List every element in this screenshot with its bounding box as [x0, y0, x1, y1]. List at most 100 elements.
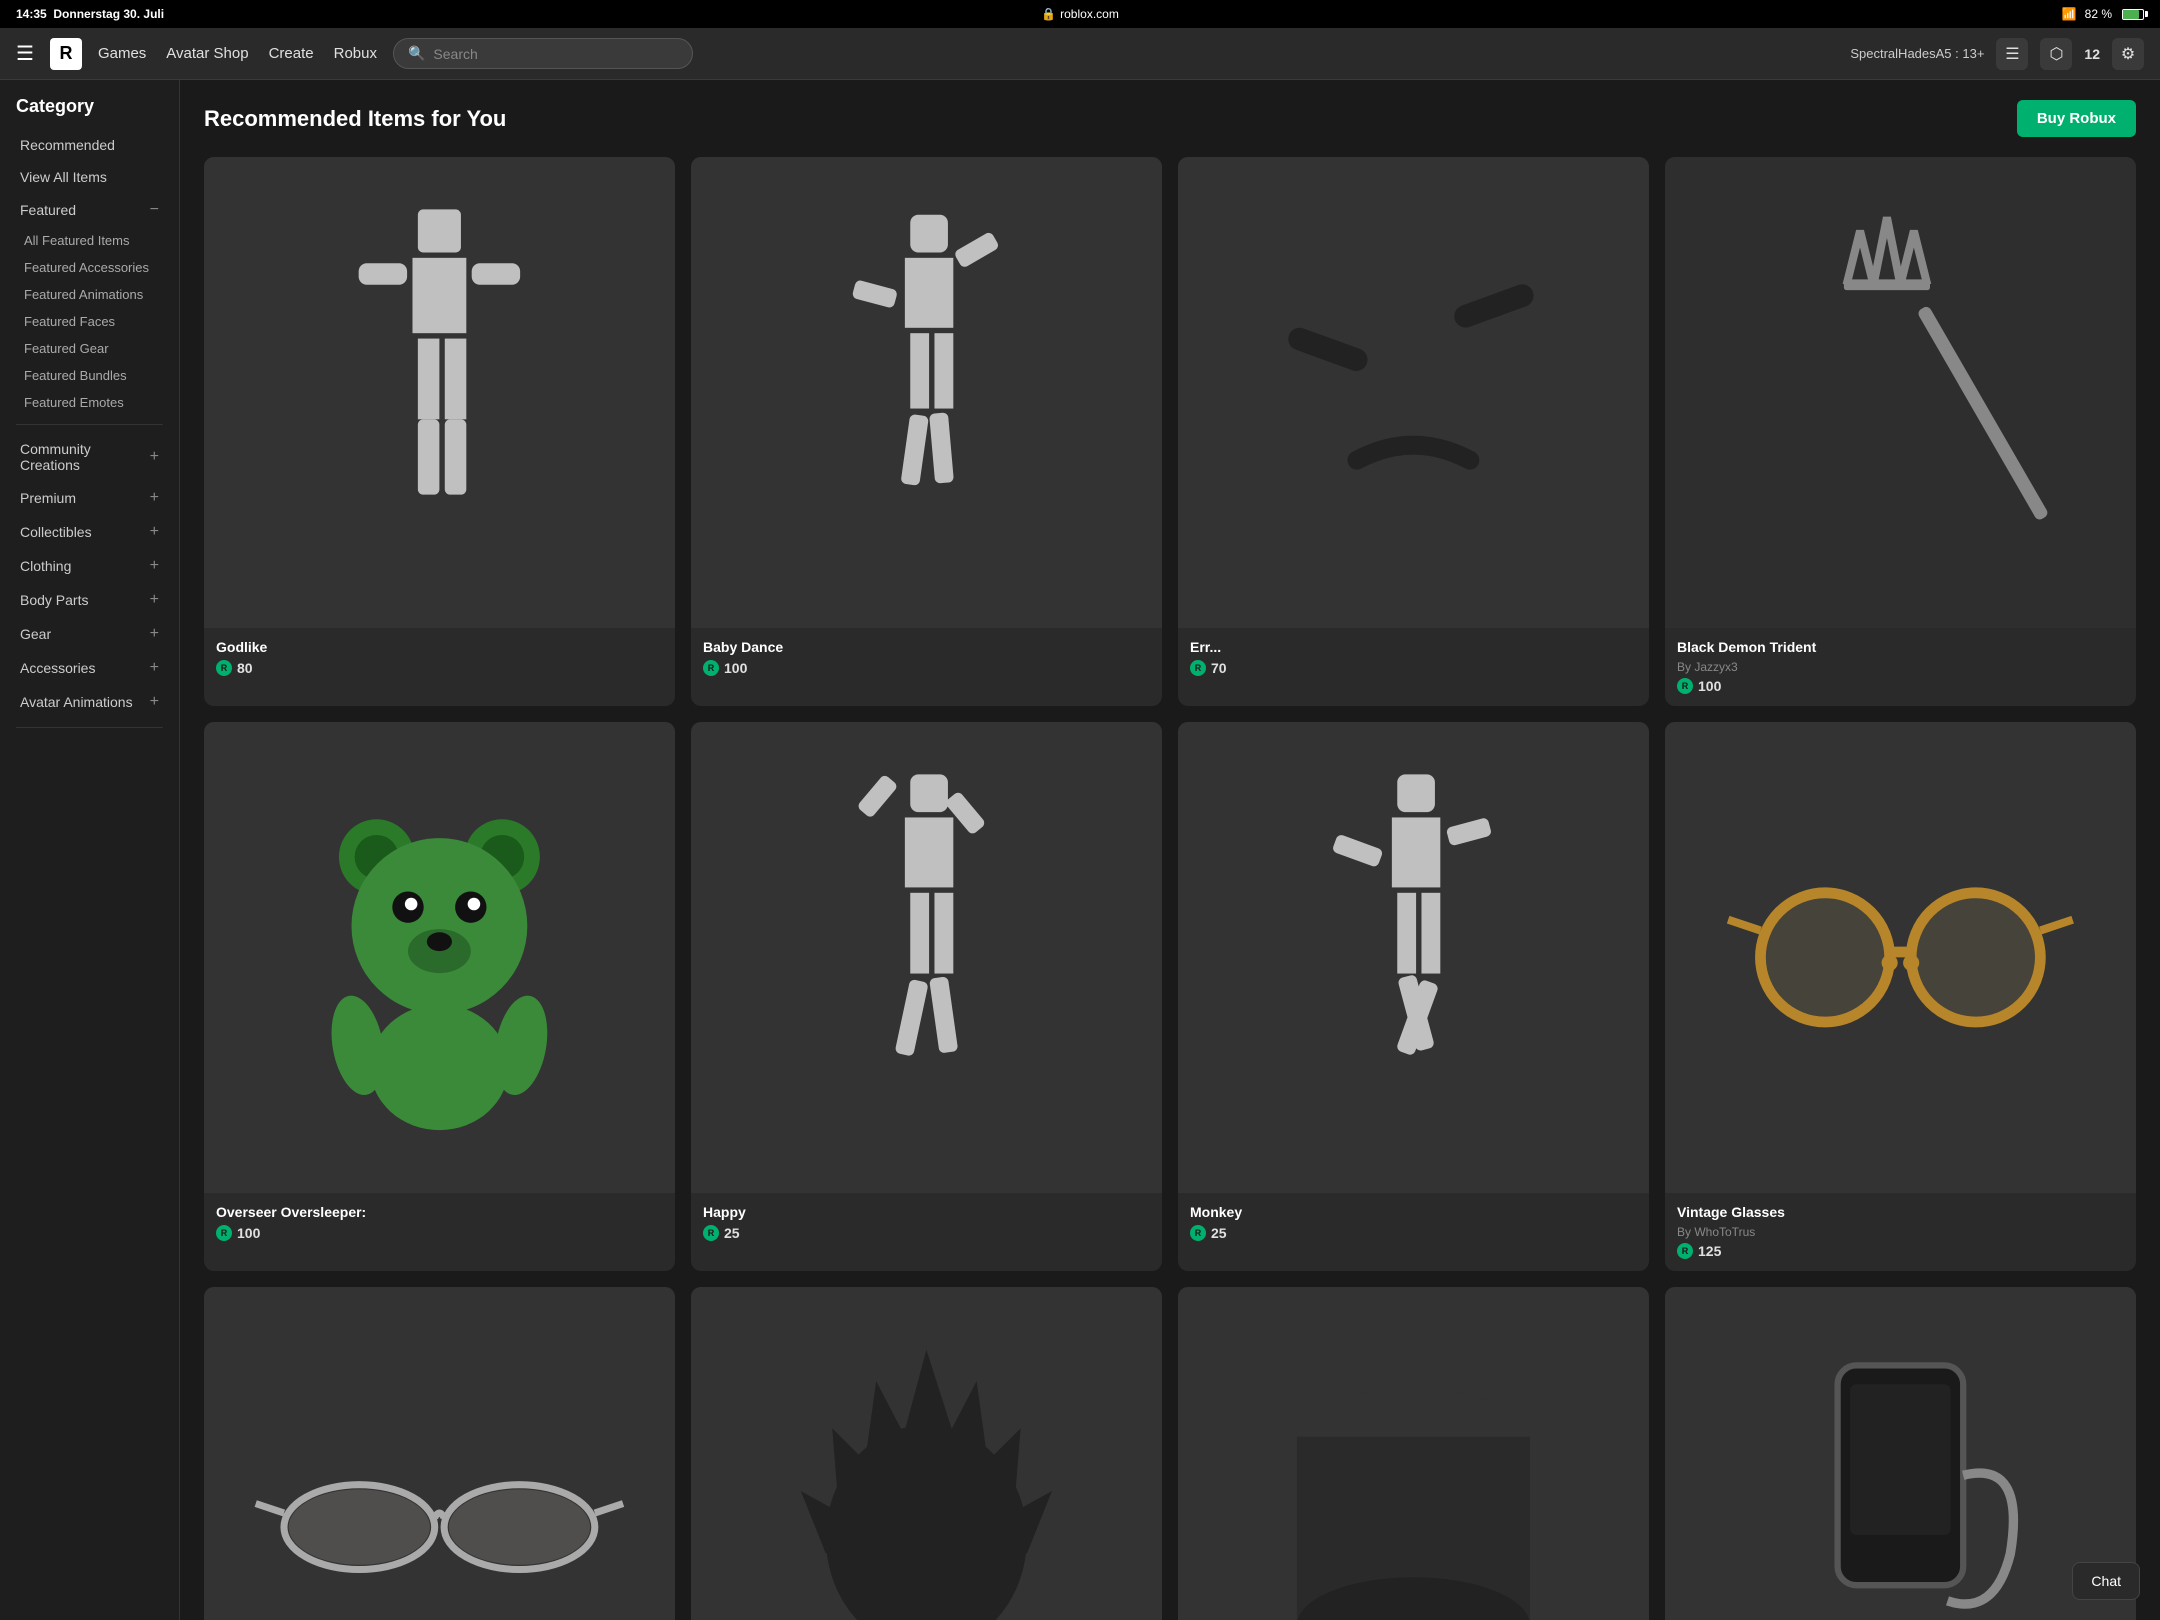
avatar-button[interactable]: ⬡ [2040, 38, 2072, 70]
nav-games[interactable]: Games [98, 41, 146, 66]
sidebar-item-avatar-animations[interactable]: Avatar Animations + [4, 685, 175, 719]
robux-icon: R [1190, 1225, 1206, 1241]
item-price-godlike: R 80 [216, 660, 663, 676]
robux-icon: R [703, 1225, 719, 1241]
item-image-baby-dance [691, 157, 1162, 628]
sidebar-item-gear[interactable]: Gear + [4, 617, 175, 651]
item-card-happy[interactable]: Happy R 25 [691, 722, 1162, 1271]
item-creator-vintage-glasses: By WhoToTrus [1677, 1225, 2124, 1239]
sidebar-item-all-featured[interactable]: All Featured Items [0, 227, 179, 254]
item-info-godlike: Godlike R 80 [204, 628, 675, 688]
item-name-overseer: Overseer Oversleeper: [216, 1203, 663, 1221]
item-image-trident [1665, 157, 2136, 628]
sidebar-item-accessories[interactable]: Accessories + [4, 651, 175, 685]
item-name-godlike: Godlike [216, 638, 663, 656]
happy-svg [738, 769, 1115, 1146]
item-name-monkey: Monkey [1190, 1203, 1637, 1221]
notifications-button[interactable]: ☰ [1996, 38, 2028, 70]
sidebar-item-featured-gear[interactable]: Featured Gear [0, 335, 179, 362]
bear-svg [251, 769, 628, 1146]
body-parts-expand-icon: + [150, 591, 159, 609]
item-card-vintage-glasses[interactable]: Vintage Glasses By WhoToTrus R 125 [1665, 722, 2136, 1271]
sidebar-item-featured-animations[interactable]: Featured Animations [0, 281, 179, 308]
godlike-svg [251, 204, 628, 581]
gear-expand-icon: + [150, 625, 159, 643]
buy-robux-button[interactable]: Buy Robux [2017, 100, 2136, 137]
search-bar[interactable]: 🔍 [393, 38, 693, 69]
item-price-happy: R 25 [703, 1225, 1150, 1241]
search-icon: 🔍 [408, 45, 425, 62]
item-image-err [1178, 157, 1649, 628]
clothing-expand-icon: + [150, 557, 159, 575]
nav-create[interactable]: Create [269, 41, 314, 66]
items-grid: Godlike R 80 [204, 157, 2136, 1620]
item-price-monkey: R 25 [1190, 1225, 1637, 1241]
head-svg [1225, 1334, 1602, 1620]
nav-username: SpectralHadesA5 : 13+ [1850, 46, 1984, 61]
trident-svg [1712, 204, 2089, 581]
status-time-date: 14:35 Donnerstag 30. Juli [16, 7, 164, 21]
sidebar-item-recommended[interactable]: Recommended [4, 129, 175, 161]
sidebar-item-clothing[interactable]: Clothing + [4, 549, 175, 583]
sidebar-item-view-all[interactable]: View All Items [4, 161, 175, 193]
nav-avatar-shop[interactable]: Avatar Shop [166, 41, 248, 66]
item-card-godlike[interactable]: Godlike R 80 [204, 157, 675, 706]
robux-count: 12 [2084, 46, 2100, 62]
retro-glasses-svg [251, 1334, 628, 1620]
community-expand-icon: + [150, 448, 159, 466]
search-input[interactable] [433, 46, 678, 62]
item-price-trident: R 100 [1677, 678, 2124, 694]
item-card-monkey[interactable]: Monkey R 25 [1178, 722, 1649, 1271]
item-name-trident: Black Demon Trident [1677, 638, 2124, 656]
item-info-vintage-glasses: Vintage Glasses By WhoToTrus R 125 [1665, 1193, 2136, 1271]
status-url: 🔒 roblox.com [1041, 7, 1119, 21]
item-card-err[interactable]: Err... R 70 [1178, 157, 1649, 706]
page-title: Recommended Items for You [204, 106, 506, 132]
robux-icon: R [1677, 1243, 1693, 1259]
item-card-baby-dance[interactable]: Baby Dance R 100 [691, 157, 1162, 706]
phone-svg [1712, 1334, 2089, 1620]
item-card-beautiful-hair[interactable]: Beautiful Hair for [691, 1287, 1162, 1620]
settings-button[interactable]: ⚙ [2112, 38, 2144, 70]
status-right: 📶 82 % [2062, 7, 2144, 21]
item-image-monkey [1178, 722, 1649, 1193]
item-image-vintage-glasses [1665, 722, 2136, 1193]
item-card-retro-sunglasses[interactable]: Retro Sunglasses [204, 1287, 675, 1620]
item-info-baby-dance: Baby Dance R 100 [691, 628, 1162, 688]
sidebar-item-featured[interactable]: Featured − [4, 193, 175, 227]
battery-icon [2122, 9, 2144, 20]
item-image-phone [1665, 1287, 2136, 1620]
robux-icon: R [1190, 660, 1206, 676]
item-card-shadowed-head[interactable]: Shadowed Head [1178, 1287, 1649, 1620]
item-card-overseer[interactable]: Overseer Oversleeper: R 100 [204, 722, 675, 1271]
nav-robux[interactable]: Robux [334, 41, 377, 66]
status-bar: 14:35 Donnerstag 30. Juli 🔒 roblox.com 📶… [0, 0, 2160, 28]
item-image-retro-sunglasses [204, 1287, 675, 1620]
item-image-beautiful-hair [691, 1287, 1162, 1620]
sidebar-item-premium[interactable]: Premium + [4, 481, 175, 515]
roblox-logo[interactable]: R [50, 38, 82, 70]
item-image-overseer [204, 722, 675, 1193]
item-card-phone[interactable]: Phone accessory [1665, 1287, 2136, 1620]
monkey-svg [1225, 769, 1602, 1146]
wifi-icon: 📶 [2062, 7, 2077, 21]
chat-button[interactable]: Chat [2072, 1562, 2140, 1600]
item-info-err: Err... R 70 [1178, 628, 1649, 688]
baby-dance-svg [738, 204, 1115, 581]
item-image-happy [691, 722, 1162, 1193]
sidebar-item-featured-faces[interactable]: Featured Faces [0, 308, 179, 335]
robux-icon: R [703, 660, 719, 676]
main-layout: Category Recommended View All Items Feat… [0, 80, 2160, 1620]
sidebar-item-featured-bundles[interactable]: Featured Bundles [0, 362, 179, 389]
sidebar-item-body-parts[interactable]: Body Parts + [4, 583, 175, 617]
robux-icon: R [216, 660, 232, 676]
sidebar-item-featured-emotes[interactable]: Featured Emotes [0, 389, 179, 416]
item-card-trident[interactable]: Black Demon Trident By Jazzyx3 R 100 [1665, 157, 2136, 706]
robux-icon: R [1677, 678, 1693, 694]
sidebar-item-community[interactable]: Community Creations + [4, 433, 175, 481]
hamburger-menu[interactable]: ☰ [16, 41, 34, 66]
sidebar-item-featured-accessories[interactable]: Featured Accessories [0, 254, 179, 281]
vintage-glasses-svg [1712, 769, 2089, 1146]
sidebar-item-collectibles[interactable]: Collectibles + [4, 515, 175, 549]
item-image-godlike [204, 157, 675, 628]
